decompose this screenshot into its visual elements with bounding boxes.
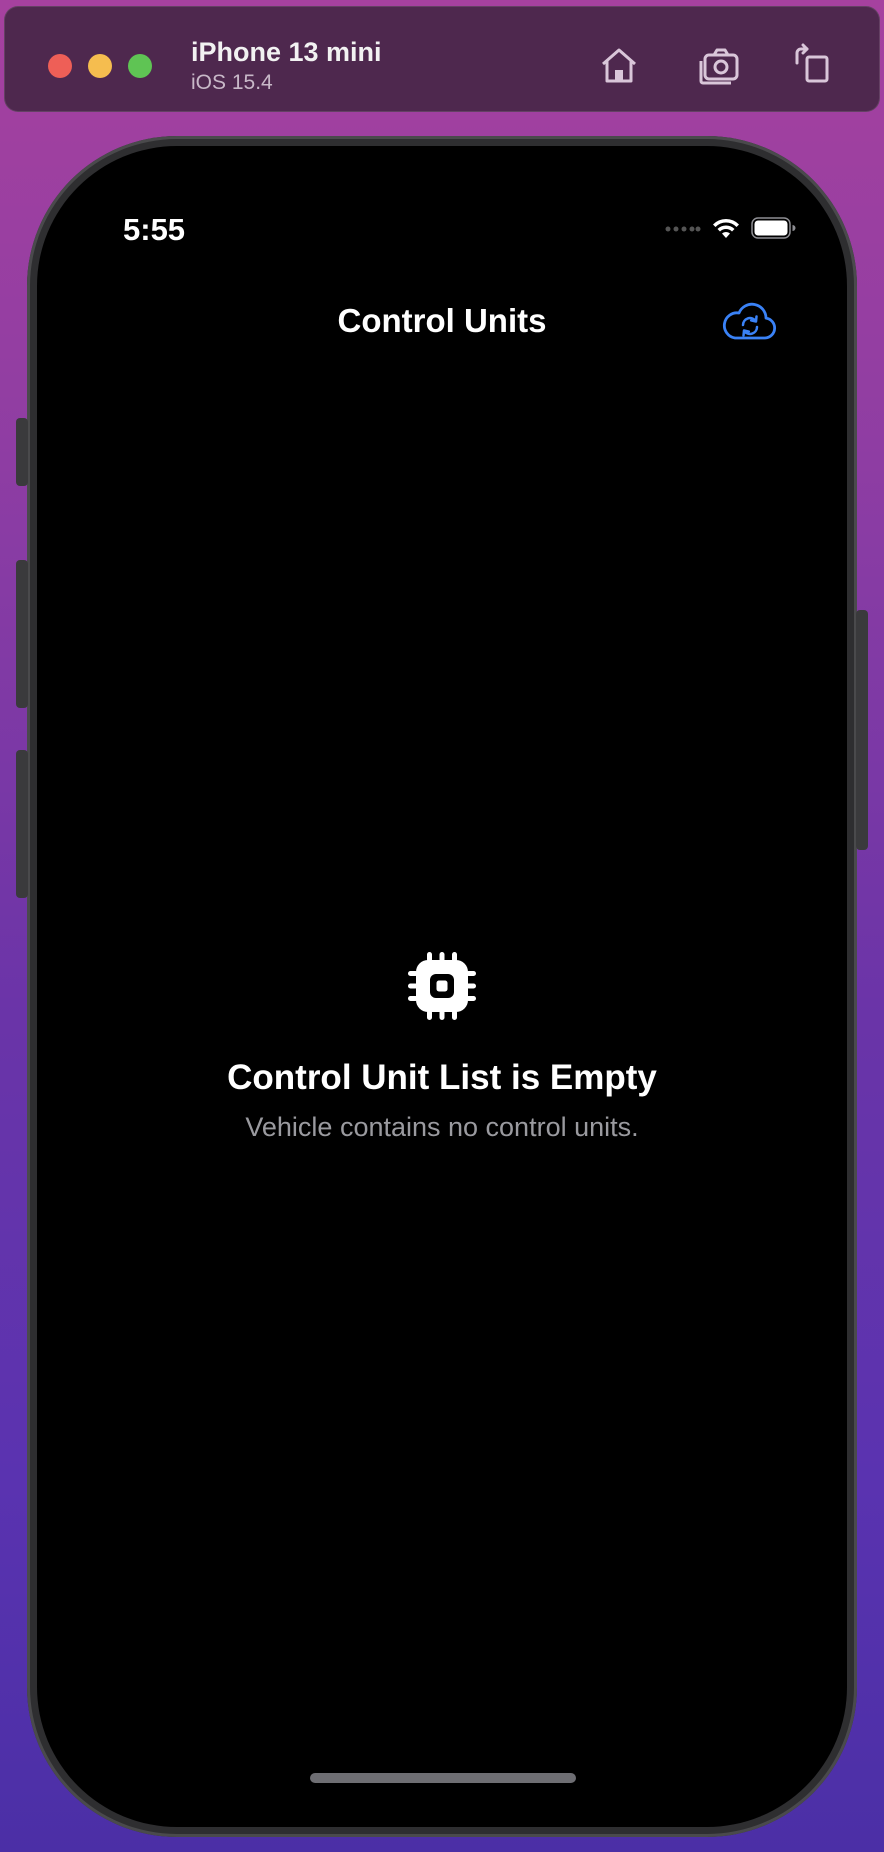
zoom-window-button[interactable]: [128, 54, 152, 78]
signal-icon: [665, 226, 701, 232]
empty-state-subtitle: Vehicle contains no control units.: [245, 1112, 639, 1142]
simulator-os-version: iOS 15.4: [191, 71, 273, 94]
volume-up-button: [16, 560, 28, 708]
empty-state-title: Control Unit List is Empty: [227, 1058, 657, 1097]
battery-icon: [751, 217, 796, 239]
simulator-title-bar: iPhone 13 mini iOS 15.4: [4, 6, 880, 112]
simulator-device-name: iPhone 13 mini: [191, 37, 382, 67]
home-indicator[interactable]: [310, 1773, 576, 1783]
volume-down-button: [16, 750, 28, 898]
cloud-sync-button[interactable]: [721, 300, 779, 344]
minimize-window-button[interactable]: [88, 54, 112, 78]
wifi-icon: [713, 218, 739, 238]
side-button: [856, 610, 868, 850]
cpu-chip-icon: [406, 950, 478, 1022]
cloud-sync-icon: [722, 302, 777, 340]
screenshot-icon[interactable]: [697, 43, 741, 87]
close-window-button[interactable]: [48, 54, 72, 78]
device-screen: 5:55 Control Units Control Unit List is …: [37, 146, 847, 1827]
mute-switch: [16, 418, 28, 486]
rotate-icon[interactable]: [791, 43, 835, 87]
status-time: 5:55: [123, 212, 186, 247]
status-icons: [665, 216, 797, 240]
home-icon[interactable]: [597, 43, 641, 87]
